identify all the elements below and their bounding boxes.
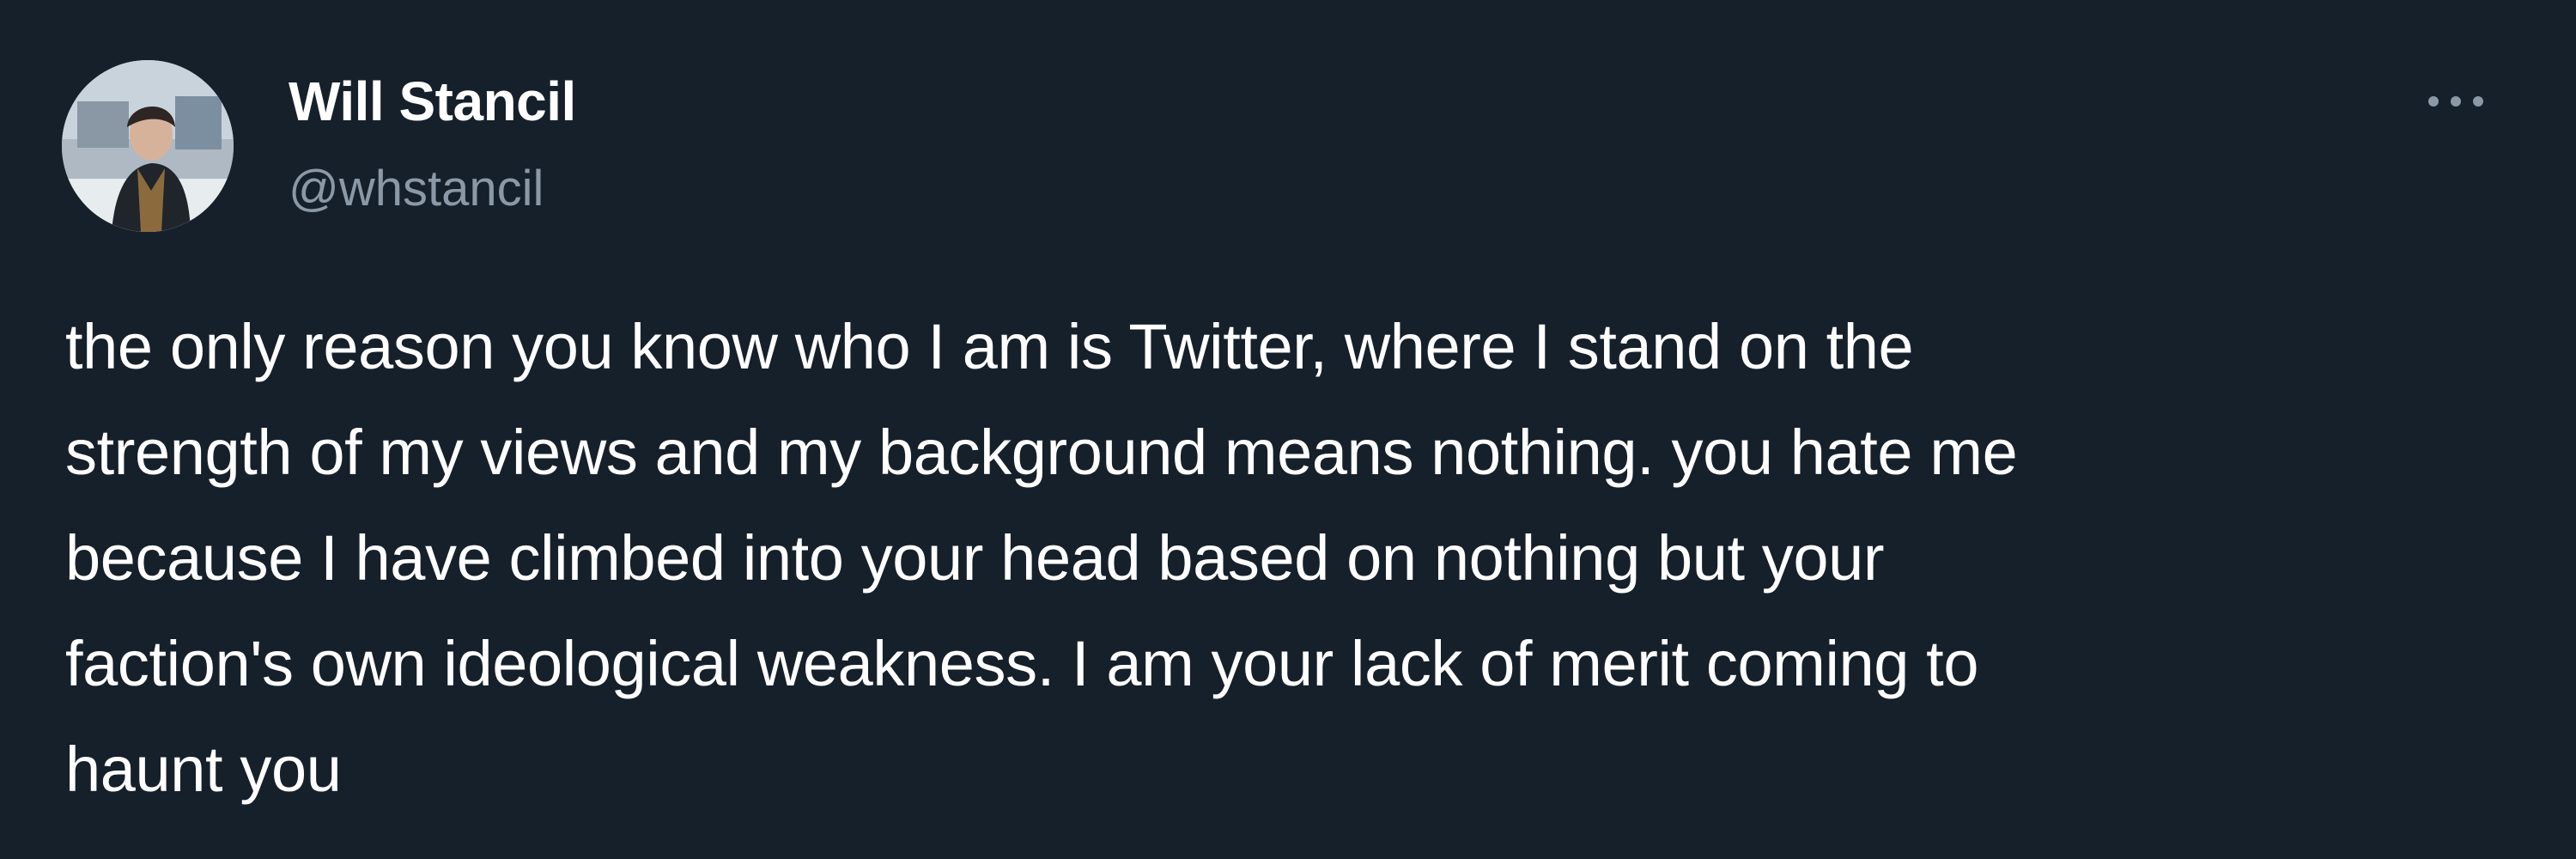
more-horizontal-icon	[2428, 96, 2439, 107]
tweet-card: Will Stancil @whstancil the only reason …	[0, 0, 2576, 859]
more-horizontal-icon	[2473, 96, 2483, 107]
profile-photo-icon	[62, 60, 234, 232]
more-horizontal-icon	[2451, 96, 2461, 107]
tweet-text: the only reason you know who I am is Twi…	[65, 311, 2018, 805]
more-options-button[interactable]	[2413, 76, 2499, 127]
author-display-name[interactable]: Will Stancil	[289, 67, 576, 136]
avatar[interactable]	[62, 60, 234, 232]
author-handle[interactable]: @whstancil	[289, 156, 544, 222]
